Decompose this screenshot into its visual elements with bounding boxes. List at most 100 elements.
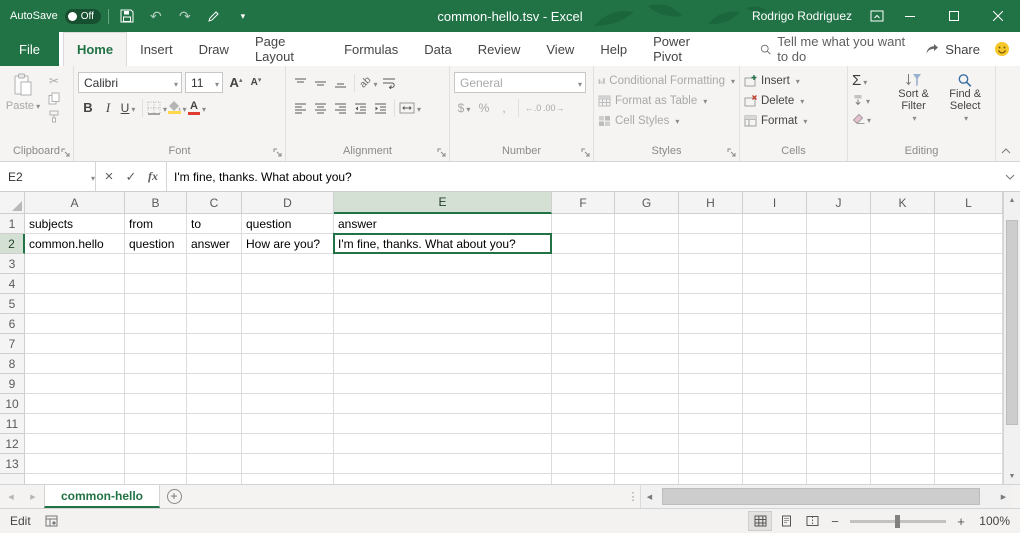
cell-G5[interactable] xyxy=(615,294,679,314)
insert-function-button[interactable]: fx xyxy=(142,162,164,191)
cell-I5[interactable] xyxy=(743,294,807,314)
column-header-F[interactable]: F xyxy=(552,192,615,214)
row-header-13[interactable]: 13 xyxy=(0,454,25,474)
cell-I9[interactable] xyxy=(743,374,807,394)
cell-A11[interactable] xyxy=(25,414,125,434)
new-sheet-button[interactable] xyxy=(160,485,188,508)
zoom-slider[interactable] xyxy=(850,520,946,523)
cell-F10[interactable] xyxy=(552,394,615,414)
minimize-button[interactable] xyxy=(888,0,932,32)
cell-J5[interactable] xyxy=(807,294,871,314)
tab-scroll-splitter[interactable] xyxy=(626,485,640,508)
column-header-D[interactable]: D xyxy=(242,192,334,214)
vertical-scrollbar[interactable] xyxy=(1003,192,1020,484)
undo-button[interactable] xyxy=(145,3,167,29)
clear-button[interactable] xyxy=(852,109,888,128)
cell-L4[interactable] xyxy=(935,274,1003,294)
cell-L8[interactable] xyxy=(935,354,1003,374)
top-align-button[interactable] xyxy=(290,72,310,93)
cell-C4[interactable] xyxy=(187,274,242,294)
cell-E4[interactable] xyxy=(334,274,552,294)
row-header-11[interactable]: 11 xyxy=(0,414,25,434)
column-header-I[interactable]: I xyxy=(743,192,807,214)
cancel-button[interactable]: × xyxy=(98,162,120,191)
column-header-E[interactable]: E xyxy=(334,192,552,214)
cell-E11[interactable] xyxy=(334,414,552,434)
cell-B10[interactable] xyxy=(125,394,187,414)
cell-I1[interactable] xyxy=(743,214,807,234)
row-header-7[interactable]: 7 xyxy=(0,334,25,354)
cell-J12[interactable] xyxy=(807,434,871,454)
tab-data[interactable]: Data xyxy=(411,32,464,66)
cell-D13[interactable] xyxy=(242,454,334,474)
cell-J3[interactable] xyxy=(807,254,871,274)
number-format-select[interactable]: General xyxy=(454,72,586,93)
cell-J6[interactable] xyxy=(807,314,871,334)
zoom-out-button[interactable]: − xyxy=(826,511,844,531)
font-name-select[interactable]: Calibri xyxy=(78,72,182,93)
cell-K5[interactable] xyxy=(871,294,935,314)
cell-I10[interactable] xyxy=(743,394,807,414)
formula-input[interactable]: I'm fine, thanks. What about you? xyxy=(167,162,1000,191)
column-header-G[interactable]: G xyxy=(615,192,679,214)
cell-K9[interactable] xyxy=(871,374,935,394)
middle-align-button[interactable] xyxy=(310,72,330,93)
cell-I7[interactable] xyxy=(743,334,807,354)
cell-D4[interactable] xyxy=(242,274,334,294)
cell-B13[interactable] xyxy=(125,454,187,474)
cell-B7[interactable] xyxy=(125,334,187,354)
cell-K1[interactable] xyxy=(871,214,935,234)
page-layout-view-button[interactable] xyxy=(774,511,798,531)
customize-quick-access-toolbar-button[interactable] xyxy=(232,3,254,29)
cell-F11[interactable] xyxy=(552,414,615,434)
row-header-8[interactable]: 8 xyxy=(0,354,25,374)
increase-font-size-button[interactable]: A xyxy=(226,72,246,93)
redo-button[interactable] xyxy=(174,3,196,29)
cell-F1[interactable] xyxy=(552,214,615,234)
sheet-tab-common-hello[interactable]: common-hello xyxy=(44,485,160,508)
vertical-scroll-thumb[interactable] xyxy=(1006,220,1018,425)
cell-D10[interactable] xyxy=(242,394,334,414)
cell-F8[interactable] xyxy=(552,354,615,374)
cell-J8[interactable] xyxy=(807,354,871,374)
cell-B5[interactable] xyxy=(125,294,187,314)
column-header-A[interactable]: A xyxy=(25,192,125,214)
percent-style-button[interactable]: % xyxy=(474,97,494,118)
column-header-L[interactable]: L xyxy=(935,192,1003,214)
conditional-formatting-button[interactable]: Conditional Formatting xyxy=(598,71,735,91)
cell-F9[interactable] xyxy=(552,374,615,394)
cell-K13[interactable] xyxy=(871,454,935,474)
sort-filter-button[interactable]: Sort & Filter xyxy=(888,69,940,144)
tab-view[interactable]: View xyxy=(533,32,587,66)
cell-styles-button[interactable]: Cell Styles xyxy=(598,111,735,131)
zoom-slider-thumb[interactable] xyxy=(895,515,900,528)
cell-H4[interactable] xyxy=(679,274,743,294)
bottom-align-button[interactable] xyxy=(330,72,350,93)
cell-I6[interactable] xyxy=(743,314,807,334)
cell-C7[interactable] xyxy=(187,334,242,354)
cell-J7[interactable] xyxy=(807,334,871,354)
column-header-B[interactable]: B xyxy=(125,192,187,214)
cell-L1[interactable] xyxy=(935,214,1003,234)
column-header-H[interactable]: H xyxy=(679,192,743,214)
tab-home[interactable]: Home xyxy=(63,32,127,66)
cell-I11[interactable] xyxy=(743,414,807,434)
cell-D9[interactable] xyxy=(242,374,334,394)
fill-color-button[interactable] xyxy=(167,97,187,118)
cell-J1[interactable] xyxy=(807,214,871,234)
next-sheet-button[interactable] xyxy=(22,485,44,508)
tab-file[interactable]: File xyxy=(0,32,59,66)
cell-D2[interactable]: How are you? xyxy=(242,234,334,254)
cell-H8[interactable] xyxy=(679,354,743,374)
accounting-format-button[interactable]: $ xyxy=(454,97,474,118)
autosum-button[interactable]: Σ xyxy=(852,71,888,90)
cell-L9[interactable] xyxy=(935,374,1003,394)
tell-me-box[interactable]: Tell me what you want to do xyxy=(760,32,915,66)
clipboard-dialog-launcher[interactable] xyxy=(61,148,71,158)
cell-L7[interactable] xyxy=(935,334,1003,354)
vertical-scroll-track[interactable] xyxy=(1004,208,1020,468)
horizontal-scroll-track[interactable] xyxy=(658,485,995,508)
font-dialog-launcher[interactable] xyxy=(273,148,283,158)
cell-F13[interactable] xyxy=(552,454,615,474)
cell-C12[interactable] xyxy=(187,434,242,454)
